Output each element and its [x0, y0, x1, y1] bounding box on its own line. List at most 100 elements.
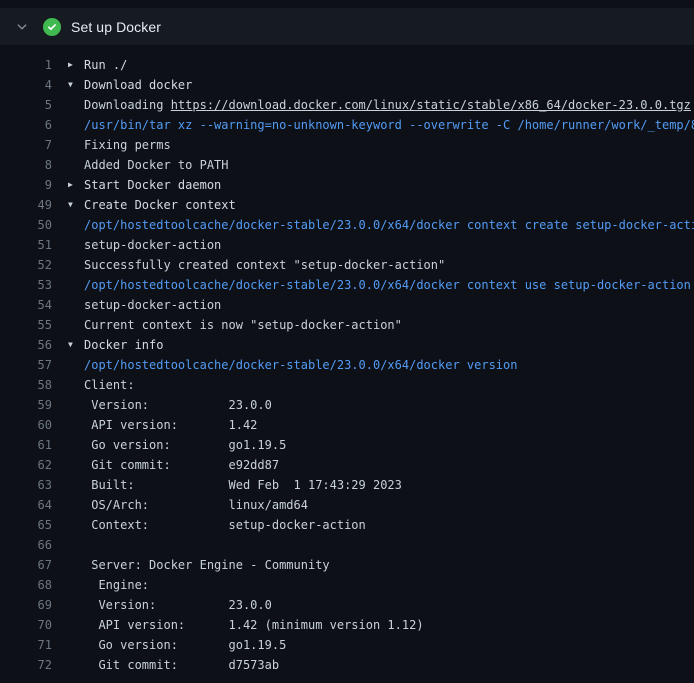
chevron-down-icon[interactable]: ▼ [68, 195, 73, 215]
log-text: Successfully created context "setup-dock… [52, 255, 694, 275]
log-line: 7Fixing perms [0, 135, 694, 155]
log-line: 5Downloading https://download.docker.com… [0, 95, 694, 115]
log-text: Current context is now "setup-docker-act… [52, 315, 694, 335]
line-number[interactable]: 68 [0, 575, 52, 595]
line-number[interactable]: 58 [0, 375, 52, 395]
log-text: ▶Run ./ [52, 55, 694, 75]
log-text: Go version: go1.19.5 [52, 435, 694, 455]
log-text: /opt/hostedtoolcache/docker-stable/23.0.… [52, 275, 694, 295]
log-line: 52Successfully created context "setup-do… [0, 255, 694, 275]
log-text: ▶Start Docker daemon [52, 175, 694, 195]
line-number[interactable]: 65 [0, 515, 52, 535]
log-group-line[interactable]: 4▼Download docker [0, 75, 694, 95]
line-number[interactable]: 7 [0, 135, 52, 155]
log-line: 53/opt/hostedtoolcache/docker-stable/23.… [0, 275, 694, 295]
log-line: 59 Version: 23.0.0 [0, 395, 694, 415]
line-number[interactable]: 4 [0, 75, 52, 95]
log-line: 55Current context is now "setup-docker-a… [0, 315, 694, 335]
log-line: 61 Go version: go1.19.5 [0, 435, 694, 455]
log-text: Git commit: d7573ab [52, 655, 694, 675]
log-text: Engine: [52, 575, 694, 595]
line-number[interactable]: 61 [0, 435, 52, 455]
log-text: Go version: go1.19.5 [52, 635, 694, 655]
log-text [52, 535, 694, 555]
log-lines: 1▶Run ./4▼Download docker5Downloading ht… [0, 45, 694, 675]
log-line: 8Added Docker to PATH [0, 155, 694, 175]
line-number[interactable]: 6 [0, 115, 52, 135]
line-number[interactable]: 51 [0, 235, 52, 255]
log-line: 57/opt/hostedtoolcache/docker-stable/23.… [0, 355, 694, 375]
log-text: /opt/hostedtoolcache/docker-stable/23.0.… [52, 215, 694, 235]
log-group-line[interactable]: 1▶Run ./ [0, 55, 694, 75]
log-text: OS/Arch: linux/amd64 [52, 495, 694, 515]
log-line: 60 API version: 1.42 [0, 415, 694, 435]
log-text: Added Docker to PATH [52, 155, 694, 175]
log-link[interactable]: https://download.docker.com/linux/static… [171, 98, 691, 112]
line-number[interactable]: 59 [0, 395, 52, 415]
log-line: 50/opt/hostedtoolcache/docker-stable/23.… [0, 215, 694, 235]
log-line: 67 Server: Docker Engine - Community [0, 555, 694, 575]
log-text: Client: [52, 375, 694, 395]
log-line: 63 Built: Wed Feb 1 17:43:29 2023 [0, 475, 694, 495]
log-group-line[interactable]: 56▼Docker info [0, 335, 694, 355]
line-number[interactable]: 62 [0, 455, 52, 475]
line-number[interactable]: 66 [0, 535, 52, 555]
log-text: API version: 1.42 (minimum version 1.12) [52, 615, 694, 635]
log-text: ▼Create Docker context [52, 195, 694, 215]
line-number[interactable]: 67 [0, 555, 52, 575]
log-text: Version: 23.0.0 [52, 395, 694, 415]
line-number[interactable]: 55 [0, 315, 52, 335]
line-number[interactable]: 71 [0, 635, 52, 655]
line-number[interactable]: 49 [0, 195, 52, 215]
log-text: Downloading https://download.docker.com/… [52, 95, 694, 115]
line-number[interactable]: 64 [0, 495, 52, 515]
line-number[interactable]: 8 [0, 155, 52, 175]
log-text: ▼Download docker [52, 75, 694, 95]
chevron-down-icon[interactable] [14, 19, 30, 35]
log-viewer: Set up Docker 1▶Run ./4▼Download docker5… [0, 8, 694, 683]
line-number[interactable]: 53 [0, 275, 52, 295]
log-line: 68 Engine: [0, 575, 694, 595]
line-number[interactable]: 63 [0, 475, 52, 495]
log-line: 65 Context: setup-docker-action [0, 515, 694, 535]
log-text: Git commit: e92dd87 [52, 455, 694, 475]
log-line: 64 OS/Arch: linux/amd64 [0, 495, 694, 515]
log-text: setup-docker-action [52, 235, 694, 255]
chevron-down-icon[interactable]: ▼ [68, 75, 73, 95]
chevron-right-icon[interactable]: ▶ [68, 175, 73, 195]
log-line: 66 [0, 535, 694, 555]
log-line: 71 Go version: go1.19.5 [0, 635, 694, 655]
log-text: Built: Wed Feb 1 17:43:29 2023 [52, 475, 694, 495]
log-text: Server: Docker Engine - Community [52, 555, 694, 575]
line-number[interactable]: 5 [0, 95, 52, 115]
check-circle-icon [43, 18, 61, 36]
log-group-line[interactable]: 9▶Start Docker daemon [0, 175, 694, 195]
log-line: 6/usr/bin/tar xz --warning=no-unknown-ke… [0, 115, 694, 135]
log-text-prefix: Downloading [84, 98, 171, 112]
log-text: setup-docker-action [52, 295, 694, 315]
log-line: 62 Git commit: e92dd87 [0, 455, 694, 475]
line-number[interactable]: 60 [0, 415, 52, 435]
log-text: /usr/bin/tar xz --warning=no-unknown-key… [52, 115, 694, 135]
log-line: 54setup-docker-action [0, 295, 694, 315]
log-text: Version: 23.0.0 [52, 595, 694, 615]
log-text: API version: 1.42 [52, 415, 694, 435]
line-number[interactable]: 56 [0, 335, 52, 355]
chevron-down-icon[interactable]: ▼ [68, 335, 73, 355]
line-number[interactable]: 52 [0, 255, 52, 275]
line-number[interactable]: 72 [0, 655, 52, 675]
line-number[interactable]: 1 [0, 55, 52, 75]
line-number[interactable]: 69 [0, 595, 52, 615]
line-number[interactable]: 70 [0, 615, 52, 635]
log-text: /opt/hostedtoolcache/docker-stable/23.0.… [52, 355, 694, 375]
log-line: 69 Version: 23.0.0 [0, 595, 694, 615]
line-number[interactable]: 50 [0, 215, 52, 235]
line-number[interactable]: 9 [0, 175, 52, 195]
line-number[interactable]: 57 [0, 355, 52, 375]
step-header[interactable]: Set up Docker [0, 8, 694, 45]
line-number[interactable]: 54 [0, 295, 52, 315]
chevron-right-icon[interactable]: ▶ [68, 55, 73, 75]
step-title: Set up Docker [71, 19, 161, 35]
log-group-line[interactable]: 49▼Create Docker context [0, 195, 694, 215]
log-line: 51setup-docker-action [0, 235, 694, 255]
